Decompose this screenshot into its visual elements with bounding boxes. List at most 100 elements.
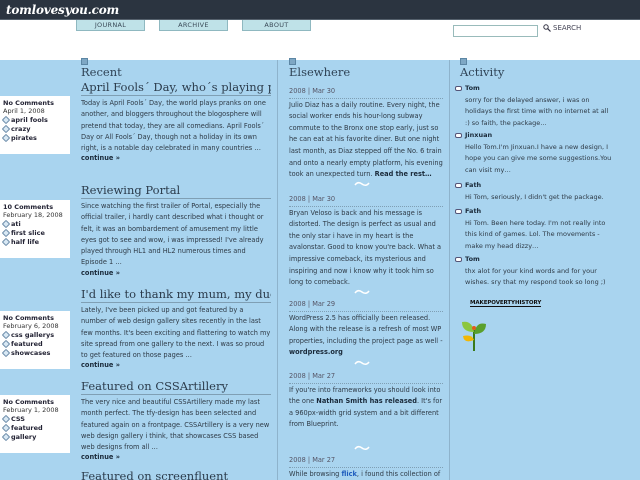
tag-link[interactable]: showcases	[1, 348, 70, 358]
read-more-link[interactable]: Read the rest…	[375, 170, 432, 178]
post-title[interactable]: Featured on screenfluent	[81, 470, 271, 480]
tag-icon	[1, 432, 11, 442]
nav-about[interactable]: ABOUT	[242, 20, 311, 31]
tag-icon	[1, 339, 11, 349]
tag-link[interactable]: half life	[1, 237, 70, 247]
recent-title: Recent	[81, 65, 122, 79]
item-body: Julio Diaz has a daily routine. Every ni…	[289, 100, 443, 179]
wave-divider-icon	[354, 181, 370, 187]
tag-link[interactable]: featured	[1, 423, 70, 433]
item-body: While browsing	[289, 469, 340, 478]
activity-author[interactable]: Tom	[455, 254, 615, 266]
activity-item: Tom thx alot for your kind words and for…	[455, 254, 615, 289]
elsewhere-title: Elsewhere	[289, 65, 351, 79]
post: I'd like to thank my mum, my duck and I …	[81, 288, 271, 369]
item-date: 2008 | Mar 27	[289, 455, 443, 468]
activity-text[interactable]: Hello Tom.I'm Jinxuan.I have a new desig…	[455, 142, 615, 177]
tag-link[interactable]: first slice	[1, 228, 70, 238]
post-title[interactable]: Featured on CSSArtillery	[81, 380, 271, 395]
top-bar: tomlovesyou.com	[0, 0, 640, 20]
comment-bubble-icon	[455, 86, 462, 92]
activity-item: Fath Hi Tom. Been here today. I'm not re…	[455, 206, 615, 252]
continue-link[interactable]: continue »	[81, 154, 271, 162]
post-title[interactable]: Reviewing Portal	[81, 184, 271, 199]
activity-author[interactable]: Fath	[455, 206, 615, 218]
continue-link[interactable]: continue »	[81, 269, 271, 277]
site-logo[interactable]: tomlovesyou.com	[6, 3, 119, 17]
post-date: February 1, 2008	[3, 406, 59, 414]
nav-archive[interactable]: ARCHIVE	[159, 20, 228, 31]
tag-link[interactable]: gallery	[1, 432, 70, 442]
rss-icon[interactable]	[289, 58, 296, 65]
post-excerpt: Today is April Fools´ Day, the world pla…	[81, 99, 266, 153]
post-meta: 10 Comments February 18, 2008 ati first …	[0, 200, 70, 258]
comment-count[interactable]: No Comments	[3, 314, 70, 322]
activity-author[interactable]: Tom	[455, 83, 615, 95]
tag-link[interactable]: crazy	[1, 124, 70, 134]
post-meta: No Comments February 6, 2008 css gallery…	[0, 311, 70, 369]
activity-title: Activity	[460, 65, 505, 79]
wave-divider-icon	[354, 445, 370, 451]
elsewhere-item: 2008 | Mar 30 Julio Diaz has a daily rou…	[289, 86, 443, 181]
post-date: February 18, 2008	[3, 211, 63, 219]
tag-icon	[1, 133, 11, 143]
activity-author[interactable]: Jinxuan	[455, 130, 615, 142]
post-meta: No Comments February 1, 2008 CSS feature…	[0, 395, 70, 453]
column-divider	[449, 60, 450, 480]
rss-icon[interactable]	[81, 58, 88, 65]
search-button-label: SEARCH	[553, 24, 582, 32]
search-button[interactable]: SEARCH	[543, 24, 581, 32]
tag-icon	[1, 228, 11, 238]
tag-link[interactable]: featured	[1, 339, 70, 349]
tag-icon	[1, 348, 11, 358]
tag-icon	[1, 423, 11, 433]
item-body: WordPress 2.5 has officially been releas…	[289, 313, 443, 345]
rss-icon[interactable]	[460, 58, 467, 65]
item-date: 2008 | Mar 30	[289, 86, 443, 99]
make-poverty-history-badge[interactable]: MAKEPOVERTYHISTORY	[470, 300, 541, 307]
elsewhere-item: 2008 | Mar 30 Bryan Veloso is back and h…	[289, 194, 443, 289]
tag-link[interactable]: ati	[1, 219, 70, 229]
leaf-logo-icon[interactable]	[460, 318, 488, 352]
continue-link[interactable]: continue »	[81, 453, 271, 461]
tag-icon	[1, 237, 11, 247]
comment-bubble-icon	[455, 133, 462, 139]
elsewhere-item: 2008 | Mar 29 WordPress 2.5 has official…	[289, 299, 443, 359]
comment-bubble-icon	[455, 183, 462, 189]
item-date: 2008 | Mar 30	[289, 194, 443, 207]
comment-bubble-icon	[455, 257, 462, 263]
post-meta: No Comments April 1, 2008 april fools cr…	[0, 96, 70, 154]
comment-count[interactable]: 10 Comments	[3, 203, 70, 211]
activity-item: Fath Hi Tom, seriously, I didn't get the…	[455, 180, 615, 203]
activity-text[interactable]: sorry for the delayed answer, i was on h…	[455, 95, 615, 130]
comment-bubble-icon	[455, 209, 462, 215]
search-input[interactable]	[453, 25, 538, 37]
tag-icon	[1, 219, 11, 229]
activity-author[interactable]: Fath	[455, 180, 615, 192]
flickr-link[interactable]: flick	[341, 470, 356, 478]
tag-link[interactable]: april fools	[1, 115, 70, 125]
wave-divider-icon	[354, 360, 370, 366]
post-title[interactable]: April Fools´ Day, who´s playing pranks?	[81, 81, 271, 96]
nav-journal[interactable]: JOURNAL	[76, 20, 145, 31]
item-date: 2008 | Mar 29	[289, 299, 443, 312]
item-body-tail: , i found this collection of	[356, 469, 441, 478]
activity-text[interactable]: thx alot for your kind words and for you…	[455, 266, 615, 289]
comment-count[interactable]: No Comments	[3, 99, 70, 107]
activity-item: Tom sorry for the delayed answer, i was …	[455, 83, 615, 129]
wordpress-link[interactable]: wordpress.org	[289, 348, 343, 356]
activity-text[interactable]: Hi Tom, seriously, I didn't get the pack…	[455, 192, 615, 204]
post-date: February 6, 2008	[3, 322, 59, 330]
tag-icon	[1, 330, 11, 340]
post-excerpt: The very nice and beautiful CSSArtillery…	[81, 398, 270, 452]
continue-link[interactable]: continue »	[81, 361, 271, 369]
comment-count[interactable]: No Comments	[3, 398, 70, 406]
nathan-smith-link[interactable]: Nathan Smith has released	[316, 397, 417, 405]
elsewhere-item: 2008 | Mar 27 While browsing flick, i fo…	[289, 455, 443, 480]
tag-link[interactable]: css gallerys	[1, 330, 70, 340]
post-title[interactable]: I'd like to thank my mum, my duck and I …	[81, 288, 271, 303]
post-excerpt: Lately, I've been picked up and got feat…	[81, 306, 271, 360]
activity-text[interactable]: Hi Tom. Been here today. I'm not really …	[455, 218, 615, 253]
tag-link[interactable]: pirates	[1, 133, 70, 143]
tag-link[interactable]: CSS	[1, 414, 70, 424]
